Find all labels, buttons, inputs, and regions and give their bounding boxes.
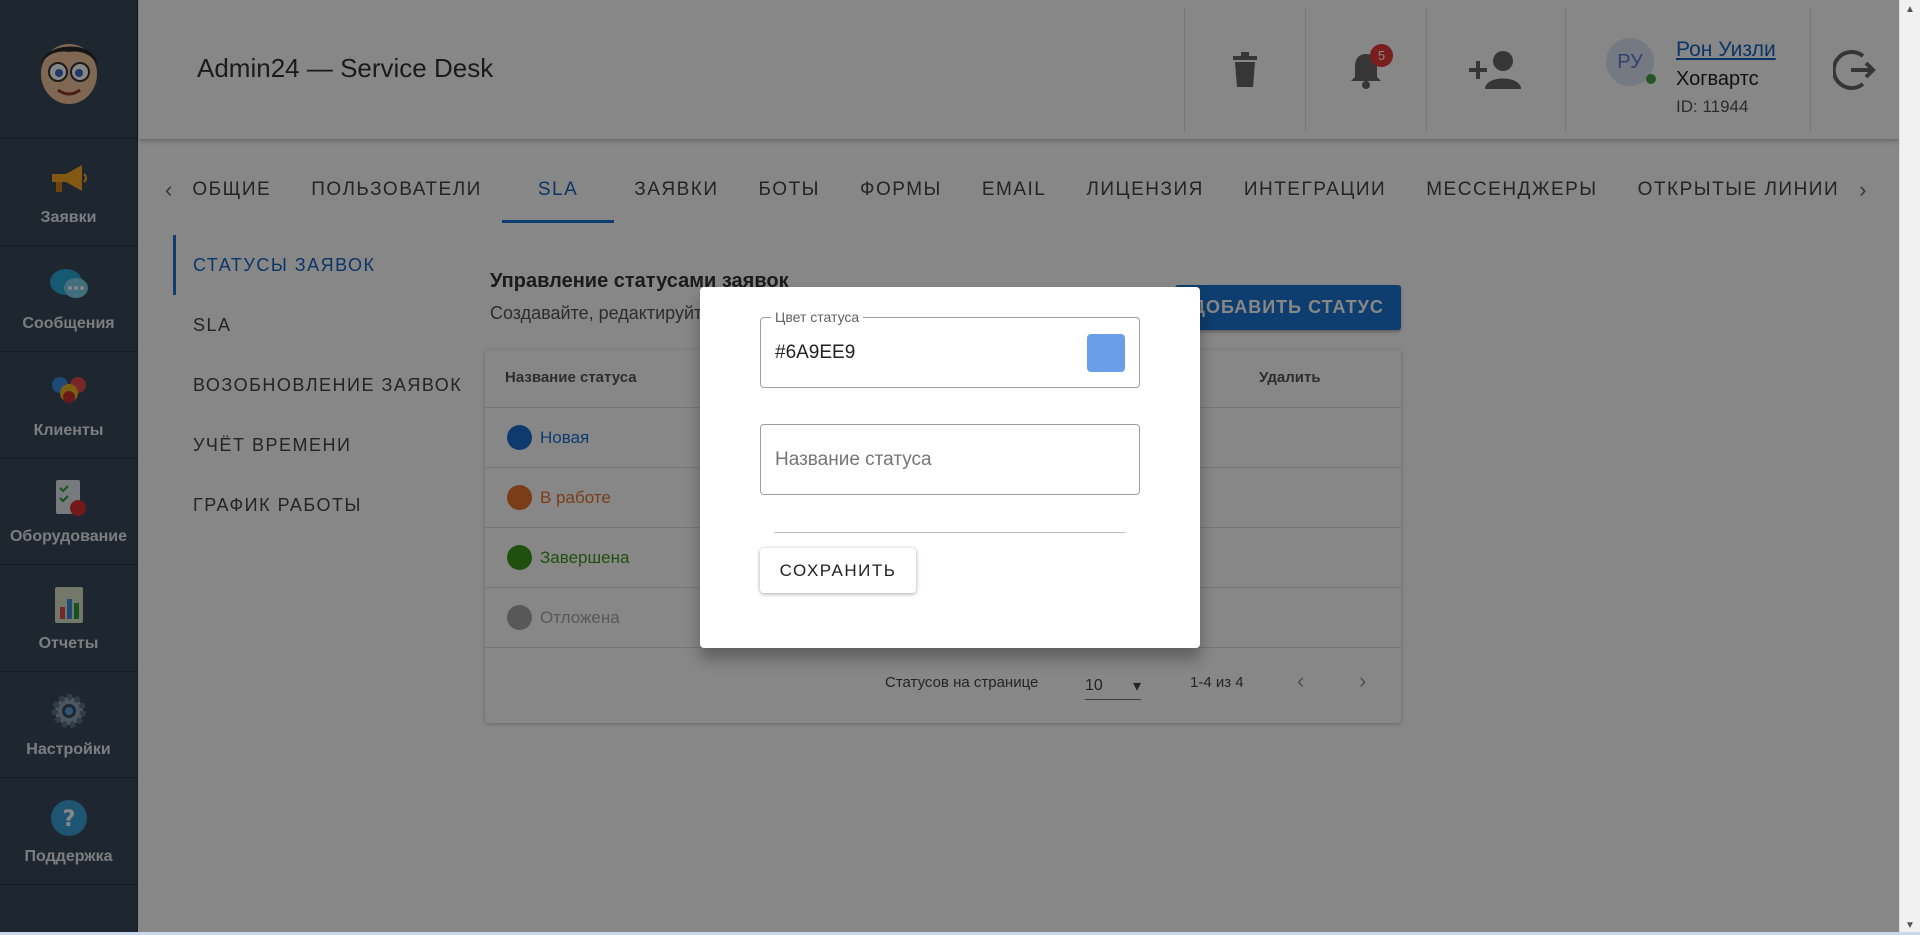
color-swatch-button[interactable] [1087, 334, 1125, 372]
status-color-value: #6A9EE9 [775, 342, 856, 363]
status-color-field[interactable]: Цвет статуса #6A9EE9 [760, 309, 1140, 388]
status-name-placeholder: Название статуса [775, 449, 932, 470]
add-status-dialog: Цвет статуса #6A9EE9 Название статуса СО… [700, 287, 1200, 648]
save-button[interactable]: СОХРАНИТЬ [760, 548, 916, 593]
divider [774, 532, 1125, 533]
status-name-input[interactable]: Название статуса [760, 424, 1140, 495]
status-color-label: Цвет статуса [771, 309, 864, 325]
scroll-up-icon[interactable]: ▲ [1905, 4, 1915, 15]
vertical-scrollbar[interactable]: ▲ ▼ [1899, 0, 1920, 935]
scroll-down-icon[interactable]: ▼ [1905, 920, 1915, 931]
